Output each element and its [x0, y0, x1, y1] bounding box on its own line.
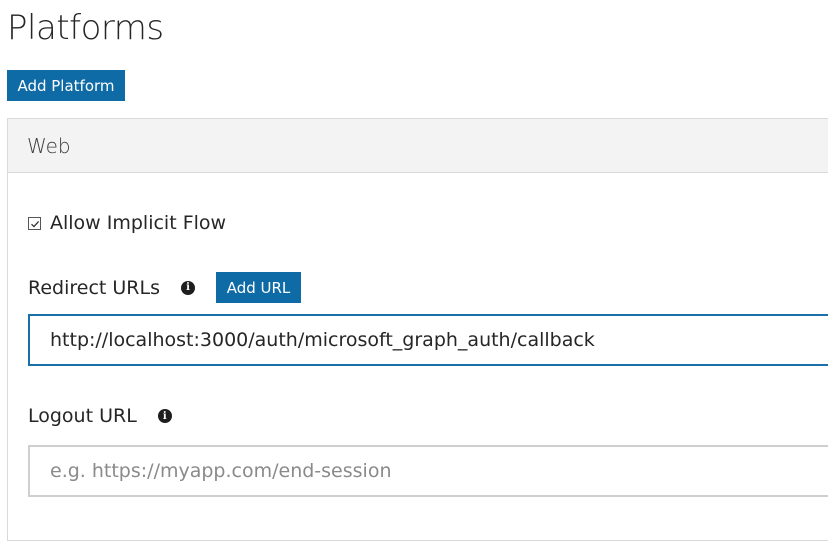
redirect-urls-label: Redirect URLs: [28, 276, 160, 299]
logout-url-label: Logout URL: [28, 405, 137, 427]
logout-url-input[interactable]: [28, 445, 828, 497]
redirect-url-input[interactable]: [28, 314, 828, 366]
logout-url-row: Logout URL i: [28, 405, 172, 427]
allow-implicit-flow-row[interactable]: Allow Implicit Flow: [28, 212, 226, 234]
allow-implicit-flow-label: Allow Implicit Flow: [50, 212, 227, 234]
info-icon[interactable]: i: [181, 280, 195, 295]
checkmark-icon: [31, 220, 40, 228]
platforms-page: Platforms Add Platform Web Allow Implici…: [0, 0, 828, 551]
web-platform-panel: Web Allow Implicit Flow Redirect URLs i …: [7, 118, 828, 541]
redirect-urls-row: Redirect URLs i Add URL: [28, 272, 301, 303]
info-icon[interactable]: i: [157, 409, 172, 423]
allow-implicit-flow-checkbox[interactable]: [28, 216, 41, 230]
panel-header-title: Web: [27, 133, 71, 158]
add-platform-button[interactable]: Add Platform: [7, 70, 125, 101]
panel-header: Web: [8, 119, 828, 173]
page-title: Platforms: [7, 8, 164, 48]
add-url-button[interactable]: Add URL: [216, 272, 301, 303]
